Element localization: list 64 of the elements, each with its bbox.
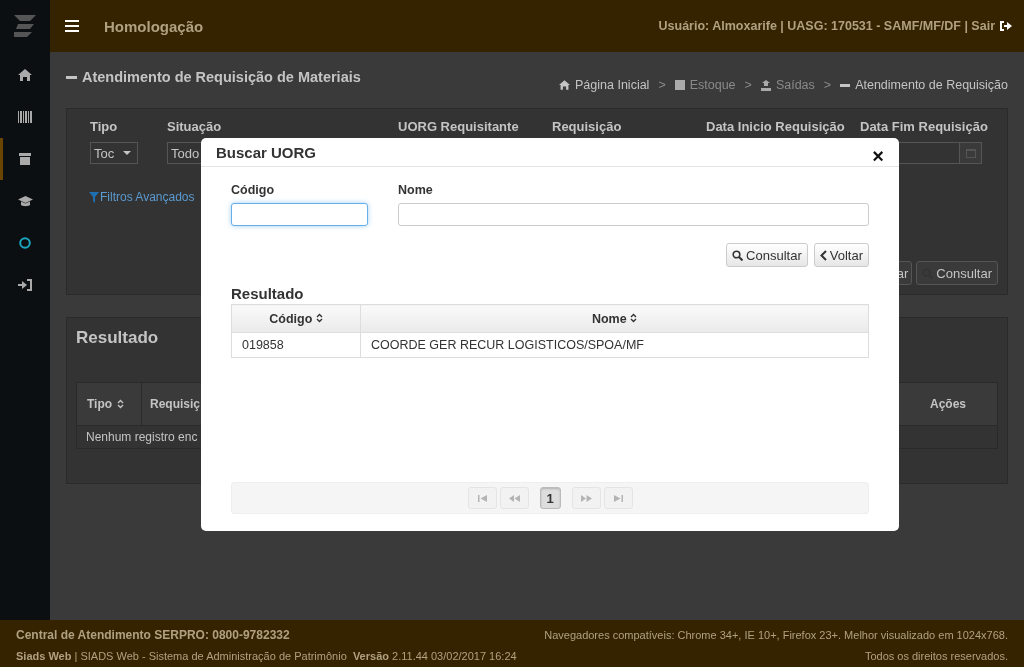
page-button[interactable]: 1 [539, 487, 561, 509]
search-button[interactable]: Consultar [916, 261, 998, 285]
field-label: UORG Requisitante [398, 119, 520, 134]
empty-message: Nenhum registro enc [86, 430, 198, 444]
caret-icon [123, 151, 131, 155]
minus-icon [840, 83, 851, 87]
circle-icon [19, 237, 31, 249]
column-header[interactable]: Ações [899, 383, 997, 425]
column-header[interactable]: Código [231, 304, 361, 333]
filter-icon [89, 191, 99, 203]
rights-info: Todos os direitos reservados. [864, 649, 1008, 662]
table-cell[interactable]: COORDE GER RECUR LOGISTICOS/SPOA/MF [360, 332, 869, 358]
field-label: Nome [398, 183, 434, 197]
home-icon [559, 80, 571, 90]
column-header[interactable]: Tipo [77, 383, 142, 425]
browser-info: Navegadores compatíveis: Chrome 34+, IE 10+, Firefox 23+. Melhor visualizado em 1024x768. [544, 628, 1008, 641]
search-button[interactable]: Consultar [726, 243, 808, 267]
dialog-title: Buscar UORG [216, 143, 317, 161]
back-button[interactable]: Voltar [813, 243, 869, 267]
chevron-left-icon [819, 249, 827, 261]
last-page-icon [613, 494, 623, 502]
version-info: Versão 2.11.44 03/02/2017 16:24 [352, 649, 517, 662]
first-page-icon [477, 494, 487, 502]
table-icon [674, 80, 685, 90]
field-label: Data Inicio Requisição [706, 119, 846, 134]
field-label: Código [231, 183, 276, 197]
field-label: Tipo [90, 119, 119, 134]
field-label: Requisição [552, 119, 623, 134]
breadcrumb-link[interactable]: Página Inicial [575, 78, 650, 92]
breadcrumb-separator: > [658, 78, 666, 92]
environment-title: Homologação [104, 17, 204, 35]
page-title: Atendimento de Requisição de Materiais [82, 69, 361, 85]
barcode-icon [18, 111, 32, 123]
sort-icon [117, 399, 125, 409]
system-info: Siads Web | SIADS Web - Sistema de Administração de Patrimônio [16, 649, 347, 662]
breadcrumb-link[interactable]: Atendimento de Requisição [855, 78, 1008, 92]
breadcrumb-separator: > [823, 78, 832, 92]
field-label: Data Fim Requisição [860, 119, 988, 134]
type-select[interactable]: Toc [90, 142, 138, 164]
previous-page-icon [508, 494, 520, 502]
sort-icon [315, 312, 323, 323]
minus-icon [66, 75, 77, 79]
input-field[interactable] [398, 203, 869, 226]
breadcrumb-separator: > [744, 78, 752, 92]
upload-icon [760, 79, 771, 91]
sort-icon [630, 312, 638, 323]
sign-in-icon [18, 279, 32, 291]
user-info: Usuário: Almoxarife | UASG: 170531 - SAMF/MF/DF | Sair [658, 19, 995, 33]
next-page-icon [580, 494, 592, 502]
column-header[interactable]: Nome [360, 304, 869, 333]
sign-out-icon[interactable] [999, 20, 1012, 32]
input-field[interactable] [231, 203, 368, 226]
section-title: Resultado [76, 328, 159, 348]
table-cell[interactable]: 019858 [231, 332, 361, 358]
section-title: Resultado [231, 285, 304, 302]
field-label: Situação [167, 119, 223, 134]
menu-icon[interactable] [65, 20, 79, 32]
advanced-filters-link[interactable]: Filtros Avançados [89, 190, 195, 204]
graduation-cap-icon [17, 195, 33, 207]
home-icon [18, 69, 32, 81]
archive-icon [19, 153, 31, 165]
support-info: Central de Atendimento SERPRO: 0800-9782332 [16, 627, 290, 642]
close-button[interactable]: × [872, 146, 884, 166]
calendar-icon [965, 148, 976, 158]
